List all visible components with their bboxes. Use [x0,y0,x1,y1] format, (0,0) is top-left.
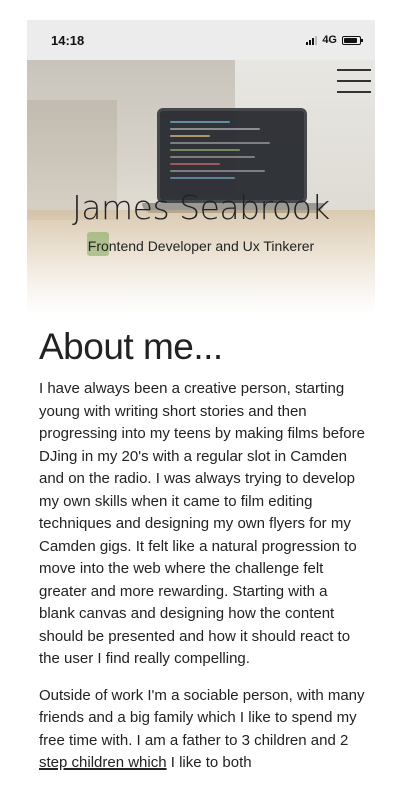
site-owner-name: James Seabrook [72,188,330,227]
about-paragraph-2-start: Outside of work I'm a sociable person, w… [39,686,365,749]
status-bar: 14:18 4G [27,20,375,60]
signal-strength-icon [306,35,318,45]
hamburger-menu-icon[interactable] [337,69,371,93]
about-paragraph-2: Outside of work I'm a sociable person, w… [39,685,367,775]
phone-screen: 14:18 4G James Seabrook Frontend Develop… [27,20,375,802]
about-paragraph-2-end: I like to both [166,754,252,771]
status-time: 14:18 [51,32,85,48]
battery-icon [342,35,363,45]
status-indicators: 4G [306,34,363,46]
about-paragraph-1: I have always been a creative person, st… [39,380,365,667]
about-section: About me... I have always been a creativ… [39,320,367,789]
hero-banner: James Seabrook Frontend Developer and Ux… [27,60,375,313]
site-tagline: Frontend Developer and Ux Tinkerer [87,238,315,254]
network-type: 4G [322,34,337,46]
underlined-phrase: step children which [39,754,167,771]
about-heading: About me... [39,326,223,367]
